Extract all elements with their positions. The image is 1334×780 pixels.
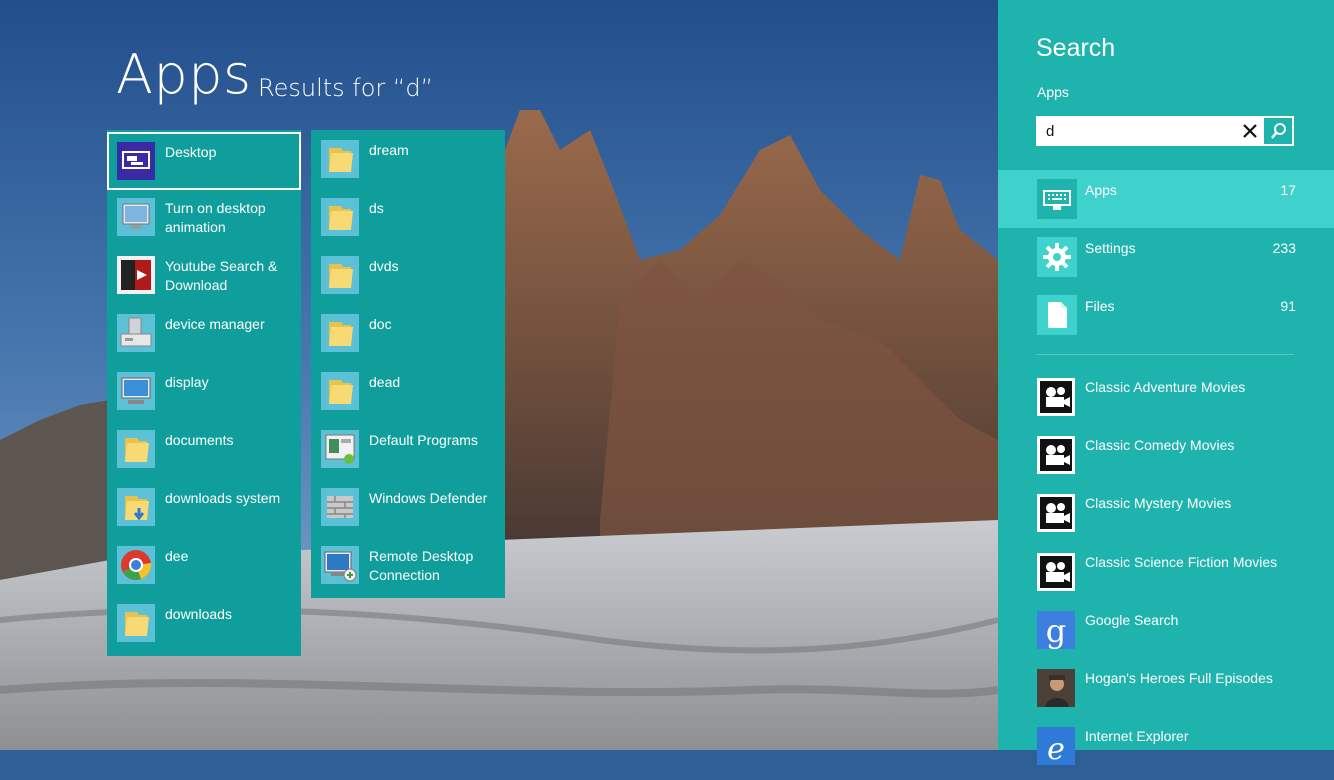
result-tile-turn-on-desktop-animation[interactable]: Turn on desktop animation bbox=[107, 188, 301, 246]
search-category-files[interactable]: Files 91 bbox=[998, 286, 1334, 344]
search-charm-pane: Search Apps Apps 17 Settings 233 bbox=[998, 0, 1334, 765]
search-app-hogans-heroes-full-episodes[interactable]: Hogan's Heroes Full Episodes bbox=[998, 664, 1334, 722]
result-tile-dream[interactable]: dream bbox=[311, 130, 505, 188]
app-label: Classic Comedy Movies bbox=[1085, 437, 1235, 453]
default-programs-icon bbox=[321, 430, 359, 468]
device-manager-icon bbox=[117, 314, 155, 352]
result-tile-youtube-search-download[interactable]: Youtube Search & Download bbox=[107, 246, 301, 304]
search-category-settings[interactable]: Settings 233 bbox=[998, 228, 1334, 286]
search-app-internet-explorer[interactable]: e Internet Explorer bbox=[998, 722, 1334, 780]
search-box bbox=[1036, 116, 1294, 146]
result-label: doc bbox=[369, 316, 392, 332]
search-app-classic-science-fiction-movies[interactable]: Classic Science Fiction Movies bbox=[998, 548, 1334, 606]
search-app-classic-comedy-movies[interactable]: Classic Comedy Movies bbox=[998, 431, 1334, 489]
search-app-classic-adventure-movies[interactable]: Classic Adventure Movies bbox=[998, 373, 1334, 431]
results-subtitle: Results for “d” bbox=[258, 74, 434, 102]
display-icon bbox=[117, 372, 155, 410]
app-label: Google Search bbox=[1085, 612, 1179, 628]
movie-camera-icon bbox=[1037, 436, 1075, 474]
category-count: 233 bbox=[1272, 240, 1296, 256]
file-icon bbox=[1037, 295, 1077, 335]
movie-camera-icon bbox=[1037, 494, 1075, 532]
gear-icon bbox=[1037, 237, 1077, 277]
search-scope-label: Apps bbox=[1037, 84, 1069, 100]
result-tile-documents[interactable]: documents bbox=[107, 420, 301, 478]
result-label: device manager bbox=[165, 316, 265, 332]
category-label: Settings bbox=[1085, 240, 1136, 256]
result-tile-display[interactable]: display bbox=[107, 362, 301, 420]
app-label: Classic Science Fiction Movies bbox=[1085, 554, 1278, 570]
result-tile-dvds[interactable]: dvds bbox=[311, 246, 505, 304]
result-label: dee bbox=[165, 548, 189, 564]
results-column-2: dream ds dvds doc dead Default Programs … bbox=[311, 130, 505, 598]
result-label: dvds bbox=[369, 258, 399, 274]
monitor-icon bbox=[117, 198, 155, 236]
folder-icon bbox=[321, 314, 359, 352]
category-label: Files bbox=[1085, 298, 1115, 314]
app-label: Classic Mystery Movies bbox=[1085, 495, 1232, 511]
result-tile-doc[interactable]: doc bbox=[311, 304, 505, 362]
movie-camera-icon bbox=[1037, 378, 1075, 416]
folder-icon bbox=[117, 604, 155, 642]
result-tile-desktop[interactable]: Desktop bbox=[107, 132, 301, 190]
google-search-icon: g bbox=[1037, 611, 1075, 649]
app-label: Hogan's Heroes Full Episodes bbox=[1085, 670, 1273, 686]
result-label: Default Programs bbox=[369, 432, 478, 448]
result-label: Remote Desktop Connection bbox=[369, 548, 474, 583]
folder-icon bbox=[321, 140, 359, 178]
search-icon[interactable] bbox=[1264, 118, 1292, 144]
download-folder-icon bbox=[117, 488, 155, 526]
chrome-icon bbox=[117, 546, 155, 584]
result-tile-ds[interactable]: ds bbox=[311, 188, 505, 246]
search-app-google-search[interactable]: g Google Search bbox=[998, 606, 1334, 664]
result-label: downloads bbox=[165, 606, 232, 622]
section-divider bbox=[1036, 354, 1294, 355]
result-label: display bbox=[165, 374, 209, 390]
result-label: Windows Defender bbox=[369, 490, 488, 506]
folder-icon bbox=[117, 430, 155, 468]
result-label: documents bbox=[165, 432, 234, 448]
category-count: 91 bbox=[1280, 298, 1296, 314]
result-tile-dee[interactable]: dee bbox=[107, 536, 301, 594]
app-label: Internet Explorer bbox=[1085, 728, 1189, 744]
result-tile-downloads-system[interactable]: downloads system bbox=[107, 478, 301, 536]
result-label: downloads system bbox=[165, 490, 281, 506]
result-tile-device-manager[interactable]: device manager bbox=[107, 304, 301, 362]
folder-icon bbox=[321, 198, 359, 236]
category-label: Apps bbox=[1085, 182, 1117, 198]
remote-desktop-icon bbox=[321, 546, 359, 584]
result-label: dead bbox=[369, 374, 401, 390]
result-label: dream bbox=[369, 142, 409, 158]
result-tile-downloads[interactable]: downloads bbox=[107, 594, 301, 652]
search-category-apps[interactable]: Apps 17 bbox=[998, 170, 1334, 228]
result-tile-windows-defender[interactable]: Windows Defender bbox=[311, 478, 505, 536]
result-label: Desktop bbox=[165, 144, 217, 160]
app-label: Classic Adventure Movies bbox=[1085, 379, 1246, 395]
result-label: ds bbox=[369, 200, 384, 216]
svg-text:e: e bbox=[1047, 732, 1065, 765]
result-label: Youtube Search & Download bbox=[165, 258, 278, 293]
internet-explorer-icon: e bbox=[1037, 727, 1075, 765]
svg-text:g: g bbox=[1046, 612, 1066, 649]
folder-icon bbox=[321, 372, 359, 410]
search-pane-title: Search bbox=[1036, 34, 1116, 62]
windows-defender-icon bbox=[321, 488, 359, 526]
results-column-1: Desktop Turn on desktop animation Youtub… bbox=[107, 130, 301, 656]
desktop-icon bbox=[117, 142, 155, 180]
search-input[interactable] bbox=[1038, 118, 1250, 144]
result-tile-default-programs[interactable]: Default Programs bbox=[311, 420, 505, 478]
result-tile-remote-desktop-connection[interactable]: Remote Desktop Connection bbox=[311, 536, 505, 594]
youtube-app-icon bbox=[117, 256, 155, 294]
page-title: Apps bbox=[116, 43, 252, 106]
movie-camera-icon bbox=[1037, 553, 1075, 591]
result-tile-dead[interactable]: dead bbox=[311, 362, 505, 420]
hogans-heroes-icon bbox=[1037, 669, 1075, 707]
apps-keyboard-icon bbox=[1037, 179, 1077, 219]
search-app-classic-mystery-movies[interactable]: Classic Mystery Movies bbox=[998, 489, 1334, 547]
folder-icon bbox=[321, 256, 359, 294]
category-count: 17 bbox=[1280, 182, 1296, 198]
clear-search-icon[interactable] bbox=[1238, 118, 1262, 144]
result-label: Turn on desktop animation bbox=[165, 200, 266, 235]
